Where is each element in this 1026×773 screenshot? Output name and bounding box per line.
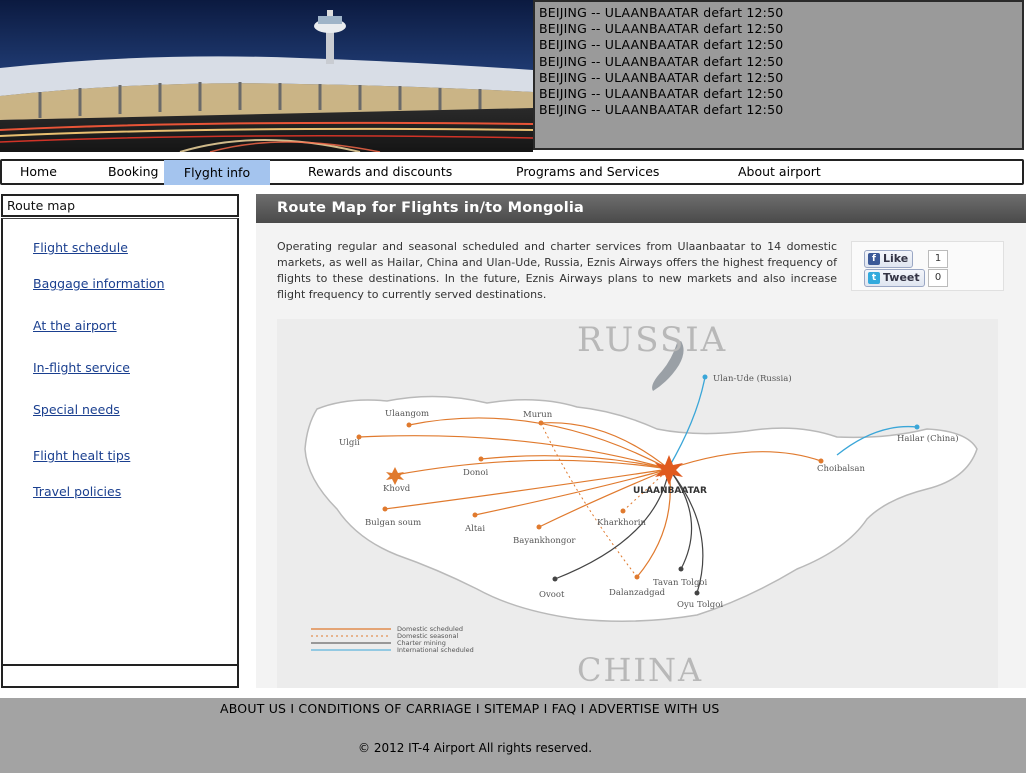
map-city-label: Tavan Tolgoi [653, 578, 708, 588]
footer-link-sitemap[interactable]: SITEMAP [484, 701, 539, 716]
map-city-label: Choibalsan [817, 464, 865, 474]
map-city-label: Ovoot [539, 590, 565, 600]
content-panel: Route Map for Flights in/to Mongolia Ope… [256, 194, 1026, 688]
sidebar-menu: Flight schedule Baggage information At t… [1, 218, 239, 664]
nav-home[interactable]: Home [20, 161, 57, 183]
map-city-label: Ulan-Ude (Russia) [713, 373, 792, 384]
map-city-label: Altai [464, 524, 485, 534]
sidebar-link-at-the-airport[interactable]: At the airport [33, 318, 117, 333]
sidebar-link-travel-policies[interactable]: Travel policies [33, 484, 121, 499]
social-share-box: f Like 1 t Tweet 0 [851, 241, 1004, 291]
copyright-text: © 2012 IT-4 Airport All rights reserved. [358, 741, 593, 755]
footer-links: ABOUT US I CONDITIONS OF CARRIAGE I SITE… [220, 701, 720, 716]
nav-rewards-and-discounts[interactable]: Rewards and discounts [308, 161, 452, 183]
sidebar-link-baggage-information[interactable]: Baggage information [33, 276, 165, 291]
intro-paragraph: Operating regular and seasonal scheduled… [277, 240, 837, 301]
footer-link-conditions-of-carriage[interactable]: CONDITIONS OF CARRIAGE [298, 701, 471, 716]
footer-link-faq[interactable]: FAQ [552, 701, 577, 716]
tweet-count: 0 [928, 269, 948, 287]
facebook-like-button[interactable]: f Like [864, 250, 914, 268]
map-city-label: Ulgii [339, 438, 360, 448]
map-city-label: Oyu Tolgoi [677, 600, 723, 610]
ticker-line: BEIJING -- ULAANBAATAR defart 12:50 [539, 53, 784, 69]
main-navigation: Home Booking Flyght info Rewards and dis… [0, 159, 1024, 185]
page-footer: ABOUT US I CONDITIONS OF CARRIAGE I SITE… [0, 698, 1026, 773]
footer-separator: I [539, 701, 552, 716]
nav-flight-info[interactable]: Flyght info [164, 160, 270, 185]
sidebar-link-flight-schedule[interactable]: Flight schedule [33, 240, 128, 255]
nav-programs-and-services[interactable]: Programs and Services [516, 161, 659, 183]
ticker-line: BEIJING -- ULAANBAATAR defart 12:50 [539, 21, 784, 37]
map-city-label: Ulaangom [385, 409, 429, 419]
nav-about-airport[interactable]: About airport [738, 161, 821, 183]
map-city-label: Bulgan soum [365, 518, 421, 528]
map-city-label: Khovd [383, 484, 411, 494]
sidebar-link-flight-health-tips[interactable]: Flight healt tips [33, 448, 130, 463]
nav-booking[interactable]: Booking [108, 161, 158, 183]
like-label: Like [883, 252, 909, 265]
footer-separator: I [471, 701, 484, 716]
footer-separator: I [576, 701, 589, 716]
ticker-line: BEIJING -- ULAANBAATAR defart 12:50 [539, 69, 784, 85]
map-city-label: Kharkhorin [597, 518, 646, 528]
twitter-icon: t [868, 272, 880, 284]
route-map: RUSSIA CHINA Ulan-Ude (Russia) Hailar (C… [277, 319, 998, 688]
footer-link-about-us[interactable]: ABOUT US [220, 701, 286, 716]
ticker-line: BEIJING -- ULAANBAATAR defart 12:50 [539, 86, 784, 102]
sidebar-link-in-flight-service[interactable]: In-flight service [33, 360, 130, 375]
ticker-line: BEIJING -- ULAANBAATAR defart 12:50 [539, 102, 784, 118]
ticker-line: BEIJING -- ULAANBAATAR defart 12:50 [539, 5, 784, 20]
header-banner-image [0, 0, 533, 152]
footer-separator: I [286, 701, 299, 716]
map-city-label: Donoi [463, 468, 489, 478]
map-label-russia: RUSSIA [577, 320, 727, 360]
footer-link-advertise-with-us[interactable]: ADVERTISE WITH US [589, 701, 720, 716]
map-city-label: Hailar (China) [897, 433, 959, 444]
sidebar-footer [1, 664, 239, 688]
ticker-line: BEIJING -- ULAANBAATAR defart 12:50 [539, 37, 784, 53]
tweet-label: Tweet [883, 271, 920, 284]
departures-ticker: BEIJING -- ULAANBAATAR defart 12:50 BEIJ… [533, 0, 1024, 150]
map-city-label: Bayankhongor [513, 536, 576, 546]
sidebar-link-special-needs[interactable]: Special needs [33, 402, 120, 417]
sidebar-title: Route map [1, 194, 239, 217]
map-hub-label: ULAANBAATAR [633, 486, 707, 496]
route-map-svg: RUSSIA CHINA Ulan-Ude (Russia) Hailar (C… [277, 319, 998, 688]
facebook-icon: f [868, 253, 880, 265]
map-label-china: CHINA [577, 651, 703, 688]
map-city-label: Dalanzadgad [609, 588, 666, 598]
page-title: Route Map for Flights in/to Mongolia [256, 194, 1026, 223]
map-city-label: Murun [523, 410, 553, 420]
like-count: 1 [928, 250, 948, 268]
tweet-button[interactable]: t Tweet [864, 269, 925, 287]
legend-label: International scheduled [397, 646, 474, 654]
